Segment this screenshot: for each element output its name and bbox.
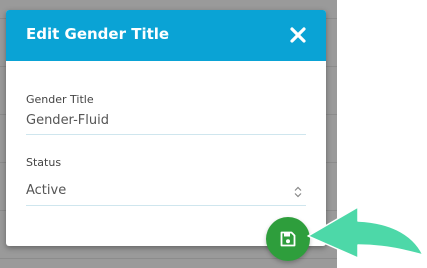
close-icon (290, 27, 306, 43)
gender-title-label: Gender Title (26, 93, 94, 106)
dialog-title: Edit Gender Title (26, 25, 170, 43)
status-label: Status (26, 156, 62, 169)
dialog-header: Edit Gender Title (6, 10, 326, 61)
pointer-arrow-icon (307, 206, 424, 259)
status-selected-value: Active (26, 183, 67, 198)
select-arrows-icon (294, 186, 302, 198)
gender-title-underline (26, 134, 306, 135)
status-select[interactable]: Active (26, 180, 306, 204)
gender-title-input[interactable]: Gender-Fluid (26, 113, 109, 128)
edit-gender-title-dialog: Edit Gender Title Gender Title Gender-Fl… (6, 10, 326, 246)
close-button[interactable] (286, 23, 310, 47)
status-underline (26, 205, 306, 206)
floppy-disk-icon (280, 231, 296, 247)
